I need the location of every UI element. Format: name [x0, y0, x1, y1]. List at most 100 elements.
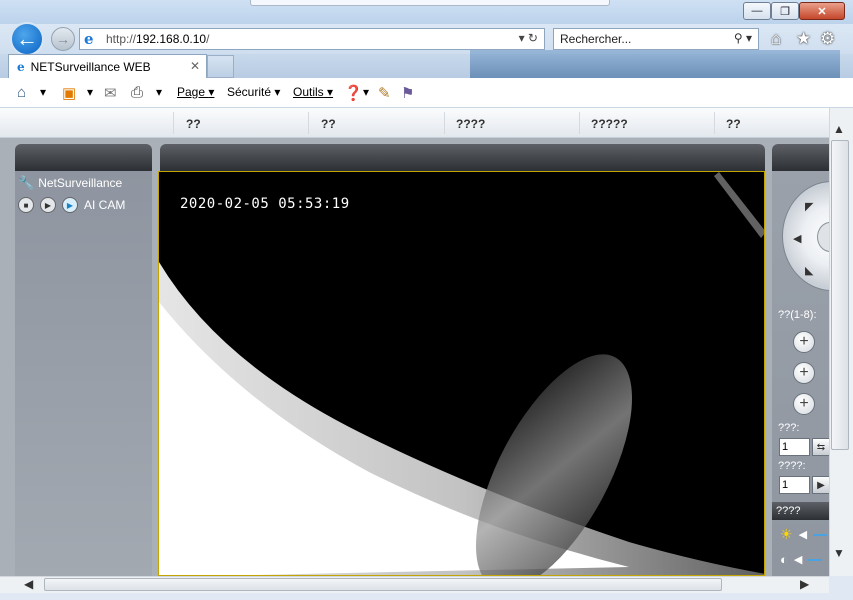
tab-close-icon[interactable]: ✕	[190, 59, 200, 73]
field1-label: ???:	[778, 422, 800, 434]
field1-input[interactable]: 1	[779, 438, 810, 456]
internet-explorer-icon: e	[84, 30, 94, 48]
device-panel	[15, 171, 152, 576]
app-menu-item-2[interactable]: ??	[321, 117, 336, 131]
scroll-down-icon[interactable]: ▼	[833, 546, 845, 560]
window-bottom-edge	[0, 593, 853, 600]
search-icon[interactable]: ⚲ ▾	[734, 31, 752, 45]
address-url[interactable]: http://192.168.0.10/	[106, 32, 209, 46]
field1-apply-icon[interactable]: ⇆	[812, 438, 829, 456]
field2-label: ????:	[778, 460, 806, 472]
url-host: 192.168.0.10	[136, 32, 207, 46]
tools-gear-icon[interactable]: ⚙	[820, 29, 835, 49]
tools-menu[interactable]: Outils ▾	[293, 85, 333, 99]
preset-add-button-1[interactable]: +	[793, 331, 815, 353]
device-label[interactable]: AI CAM	[84, 198, 125, 212]
blog-icon[interactable]: ⚑	[401, 84, 414, 102]
tab-netsurveillance[interactable]: e NETSurveillance WEB ✕	[8, 54, 207, 78]
brightness-row: ☀ ◀	[780, 526, 828, 543]
play-icon[interactable]: ▶	[40, 197, 56, 213]
menu-divider	[173, 112, 174, 134]
print-dropdown-icon[interactable]: ▾	[156, 85, 162, 99]
security-dropdown-icon: ▾	[274, 85, 281, 99]
page-menu[interactable]: Page ▾	[177, 85, 214, 99]
color-section-header: ????	[772, 502, 829, 520]
ptz-control-panel: ◤ ◀ ◣ ??(1-8): + + + ???: 1 ⇆ ????: 1 ▶ …	[772, 171, 829, 576]
app-menu-bar	[0, 108, 829, 138]
camera-frame-image	[159, 172, 764, 575]
menu-divider	[444, 112, 445, 134]
scroll-left-icon[interactable]: ◀	[24, 577, 33, 591]
device-panel-header	[15, 144, 152, 171]
rss-feed-icon[interactable]: ▣	[62, 84, 76, 102]
ptz-up-left-icon[interactable]: ◤	[805, 200, 813, 213]
address-refresh-icon[interactable]: ▾ ↻	[519, 31, 538, 45]
tab-ie-icon: e	[17, 59, 25, 74]
help-dropdown-icon[interactable]: ▾	[363, 85, 369, 99]
page-menu-label: Page	[177, 85, 206, 99]
horizontal-scroll-thumb[interactable]	[44, 578, 722, 591]
preset-label: ??(1-8):	[778, 309, 817, 321]
preset-add-button-3[interactable]: +	[793, 393, 815, 415]
tools-menu-label: Outils	[293, 85, 324, 99]
favorites-star-icon[interactable]: ★	[796, 29, 811, 49]
brightness-slider[interactable]	[813, 533, 828, 536]
ptz-left-icon[interactable]: ◀	[793, 232, 801, 245]
ptz-direction-wheel[interactable]: ◤ ◀ ◣	[782, 181, 829, 291]
scroll-up-icon[interactable]: ▲	[833, 122, 845, 136]
app-menu-item-1[interactable]: ??	[186, 117, 201, 131]
url-path: /	[206, 32, 210, 46]
back-button[interactable]: ←	[10, 22, 44, 56]
command-bar	[0, 78, 853, 108]
feed-dropdown-icon[interactable]: ▾	[87, 85, 93, 99]
forward-arrow-icon: →	[56, 31, 70, 47]
ptz-panel-header	[772, 144, 829, 171]
print-icon[interactable]: ⎙	[131, 84, 143, 101]
background-site-banner	[470, 50, 840, 78]
menu-divider	[308, 112, 309, 134]
ptz-down-left-icon[interactable]: ◣	[805, 264, 813, 277]
contrast-slider[interactable]	[808, 558, 823, 561]
home-dropdown-icon[interactable]: ▾	[40, 85, 46, 99]
play-active-icon[interactable]: ▶	[62, 197, 78, 213]
address-bar[interactable]: e http://192.168.0.10/ ▾ ↻	[79, 28, 545, 50]
device-row-ai-cam[interactable]: ■ ▶ ▶ AI CAM	[18, 197, 125, 213]
tools-dropdown-icon: ▾	[327, 85, 334, 99]
research-icon[interactable]: ✎	[378, 84, 391, 102]
stop-icon[interactable]: ■	[18, 197, 34, 213]
maximize-button[interactable]: ❐	[771, 2, 799, 20]
camera-video-view[interactable]: 2020-02-05 05:53:19	[158, 171, 765, 576]
security-menu[interactable]: Sécurité ▾	[227, 85, 280, 99]
brightness-decrease-icon[interactable]: ◀	[799, 528, 807, 541]
field2-input[interactable]: 1	[779, 476, 810, 494]
app-menu-item-3[interactable]: ????	[456, 117, 485, 131]
device-tree-root-label: NetSurveillance	[38, 176, 123, 190]
app-menu-item-5[interactable]: ??	[726, 117, 741, 131]
contrast-row: ◐ ◀	[780, 552, 823, 567]
menu-divider	[714, 112, 715, 134]
home-icon[interactable]: ⌂	[771, 29, 781, 49]
forward-button[interactable]: →	[51, 27, 75, 51]
vertical-scroll-thumb[interactable]	[831, 140, 849, 450]
field2-play-icon[interactable]: ▶	[812, 476, 829, 494]
device-tree-root[interactable]: 🔧 NetSurveillance	[18, 175, 122, 191]
mail-icon[interactable]: ✉	[104, 84, 117, 102]
search-input[interactable]: Rechercher... ⚲ ▾	[553, 28, 759, 50]
new-tab-button[interactable]	[207, 55, 234, 78]
contrast-decrease-icon[interactable]: ◀	[794, 553, 802, 566]
scroll-right-icon[interactable]: ▶	[800, 577, 809, 591]
app-menu-item-4[interactable]: ?????	[591, 117, 628, 131]
help-icon[interactable]: ❓	[344, 84, 363, 102]
tab-label: NETSurveillance WEB	[30, 59, 151, 74]
home-command-icon[interactable]: ⌂	[17, 84, 26, 101]
close-window-button[interactable]: ✕	[799, 2, 845, 20]
contrast-icon: ◐	[780, 552, 788, 567]
page-dropdown-icon: ▾	[208, 85, 215, 99]
video-panel-header	[160, 144, 765, 171]
back-arrow-icon: ←	[16, 26, 38, 51]
brightness-sun-icon: ☀	[780, 526, 793, 542]
ptz-center-button[interactable]	[817, 222, 829, 252]
menu-divider	[579, 112, 580, 134]
minimize-button[interactable]: —	[743, 2, 771, 20]
preset-add-button-2[interactable]: +	[793, 362, 815, 384]
